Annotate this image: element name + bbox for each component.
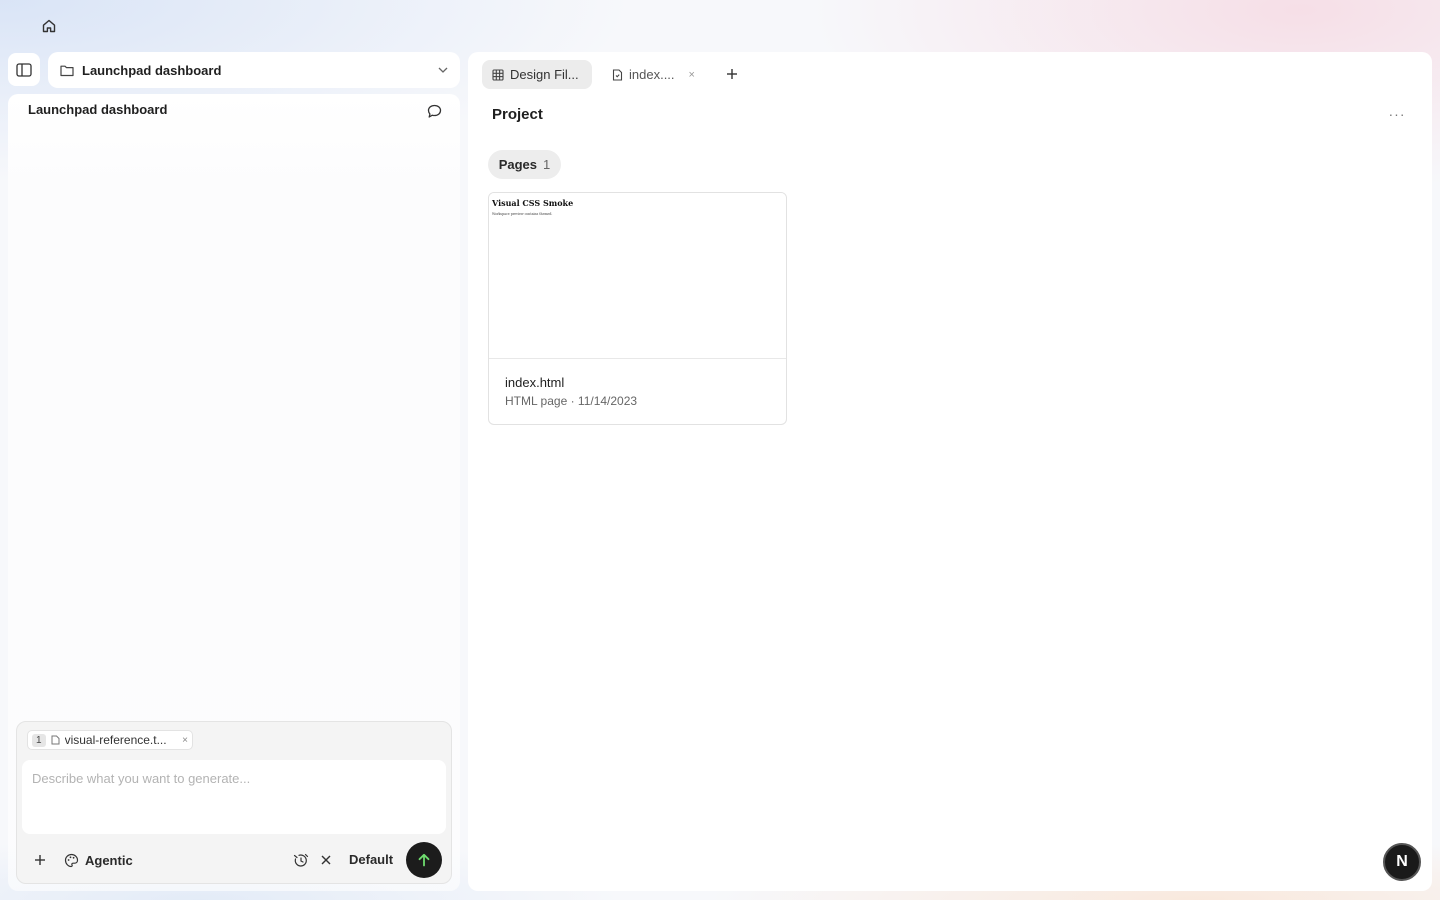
tab-label: Design Fil... [510,67,579,82]
folder-icon [60,65,74,76]
home-icon [42,19,56,33]
sidebar-toggle-button[interactable] [8,53,40,86]
comment-button[interactable] [424,101,444,121]
more-options-button[interactable]: ··· [1386,104,1408,124]
sidebar-panel-icon [16,62,32,77]
preview-title: Visual CSS Smoke [492,198,574,208]
add-attachment-button[interactable] [30,850,50,870]
project-selector[interactable]: Launchpad dashboard [48,52,460,88]
attachment-remove-button[interactable]: × [182,735,188,746]
plus-icon [727,69,737,79]
pages-filter-label: Pages [498,157,538,172]
model-selector-button[interactable]: Default [349,852,393,867]
page-card-name: index.html [505,375,565,390]
avatar[interactable]: N [1383,843,1421,881]
arrow-up-icon [418,853,430,867]
project-selector-label: Launchpad dashboard [82,62,222,78]
page-preview-thumbnail: Visual CSS Smoke Workspace preview conta… [489,193,786,359]
add-tab-button[interactable] [722,64,742,84]
page-title: Project [492,106,543,123]
plus-icon [35,855,45,865]
mode-label: Agentic [85,852,133,868]
file-icon [51,735,60,745]
prompt-input[interactable] [22,760,446,834]
effort-toggle-button[interactable] [291,850,311,870]
home-button[interactable] [36,14,62,38]
pages-filter-count: 1 [543,157,551,172]
file-icon [612,68,623,81]
close-icon [321,855,331,865]
palette-icon [64,853,79,867]
table-grid-icon [492,68,504,81]
attachment-chip[interactable]: 1 visual-reference.t... × [27,730,193,750]
tab-design-files[interactable]: Design Fil... [482,60,592,89]
chevron-down-icon [438,67,448,73]
send-button[interactable] [406,842,442,878]
page-card[interactable]: Visual CSS Smoke Workspace preview conta… [488,192,787,425]
lightning-timer-icon [293,853,309,867]
main-panel [468,52,1432,891]
tab-index[interactable]: index.... × [602,60,708,89]
page-card-meta: HTML page · 11/14/2023 [505,394,638,408]
comment-icon [427,104,441,118]
attachment-count: 1 [32,733,46,747]
pages-filter-chip[interactable]: Pages 1 [488,150,561,179]
preview-subtitle: Workspace preview contains themed. [492,212,553,216]
chat-title: Launchpad dashboard [28,102,168,117]
tab-close-button[interactable]: × [689,69,695,81]
clear-button[interactable] [316,850,336,870]
mode-selector-button[interactable]: Agentic [64,850,133,870]
attachment-name: visual-reference.t... [64,733,167,747]
tab-label: index.... [629,67,675,82]
